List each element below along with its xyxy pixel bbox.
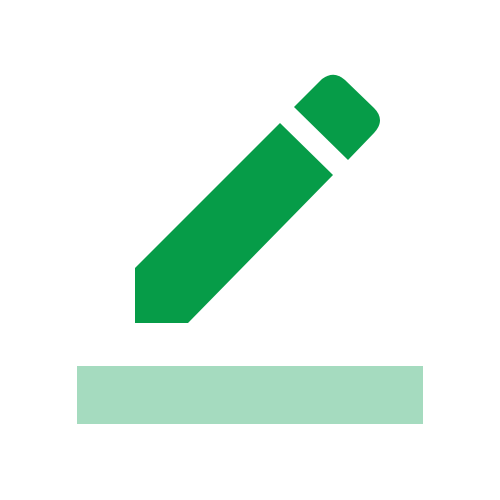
edit-pencil-icon (77, 74, 423, 424)
pencil-body (135, 123, 333, 323)
underline-bar (77, 366, 423, 424)
pencil-cap (294, 74, 380, 160)
edit-icon-canvas (0, 0, 500, 500)
